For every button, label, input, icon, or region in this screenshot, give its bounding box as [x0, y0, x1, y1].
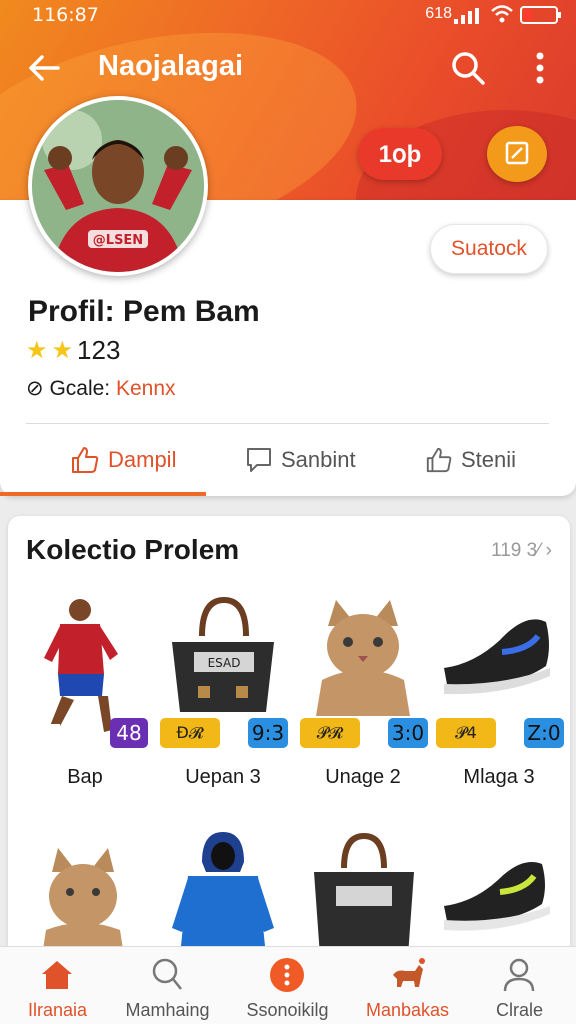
bottom-navigation: Ilranaia Mamhaing Ssonoikilg Manbakas Cl…: [0, 946, 576, 1024]
back-arrow-icon[interactable]: [24, 48, 64, 88]
item-label: Bap: [67, 766, 103, 788]
edit-icon: [505, 141, 529, 164]
tab-dampil[interactable]: Dampil: [70, 442, 176, 478]
item-badge-right: 3:0: [388, 718, 428, 748]
tab-stenii[interactable]: Stenii: [425, 442, 516, 478]
nav-item-center[interactable]: Ssonoikilg: [230, 947, 345, 1024]
collection-card: Kolectio Prolem 119 3⁄ › 48 Bap ESAD Ð𝓡: [8, 516, 570, 956]
hoodie-figure-image[interactable]: [168, 832, 278, 956]
nav-item-profile[interactable]: Clrale: [462, 947, 576, 1024]
bag-image[interactable]: [304, 832, 424, 956]
star-icon: ★: [26, 337, 48, 364]
goal-label: Gcale:: [49, 377, 111, 400]
nav-label: Ssonoikilg: [246, 1000, 329, 1020]
svg-text:@LSEN: @LSEN: [93, 233, 143, 248]
item-badge-left: Ð𝓡: [160, 718, 220, 748]
goal-line: ⊘ Gcale: Kennx: [26, 376, 176, 401]
page-title: Naojalagai: [98, 50, 244, 82]
item-badge-right: Z:0: [524, 718, 564, 748]
network-type: 618: [425, 5, 452, 22]
search-person-icon: [152, 958, 182, 990]
goal-icon: ⊘: [26, 377, 44, 400]
cat-image[interactable]: [38, 846, 128, 956]
home-icon: [42, 961, 72, 989]
top-button[interactable]: 1օþ: [358, 128, 442, 180]
rating-value: 123: [77, 335, 121, 365]
profile-rating: ★ ★ 123: [26, 335, 120, 366]
comment-icon: [247, 448, 271, 472]
svg-text:ESAD: ESAD: [208, 656, 241, 670]
nav-label: Manbakas: [365, 1000, 450, 1020]
nav-item-home[interactable]: Ilranaia: [0, 947, 115, 1024]
dog-icon: [393, 958, 425, 987]
active-tab-indicator: [0, 492, 206, 496]
item-label: Mlaga 3: [463, 766, 535, 788]
item-badge-left: 𝓟4: [436, 718, 496, 748]
app-bar: Naojalagai: [0, 40, 576, 96]
thumbs-up-icon: [72, 447, 99, 473]
collection-title: Kolectio Prolem: [26, 534, 240, 565]
collection-count[interactable]: 119 3⁄ ›: [491, 540, 552, 562]
star-icon: ★: [51, 337, 74, 364]
sneaker-image[interactable]: [438, 846, 558, 946]
item-badge: 48: [110, 718, 148, 748]
status-bar: 116:87 618: [0, 0, 576, 32]
profile-name: Profil: Pem Bam: [28, 295, 260, 328]
avatar[interactable]: @LSEN: [28, 96, 208, 276]
nav-item-search[interactable]: Mamhaing: [110, 947, 225, 1024]
nav-label: Clrale: [495, 1000, 543, 1020]
item-label: Unage 2: [325, 766, 401, 788]
item-badge-right: 9:3: [248, 718, 288, 748]
goal-value: Kennx: [116, 377, 176, 400]
status-time: 116:87: [32, 4, 99, 26]
divider: [26, 423, 549, 424]
battery-icon: [520, 6, 561, 24]
tab-sanbint[interactable]: Sanbint: [245, 442, 356, 478]
tab-label: Sanbint: [281, 447, 356, 472]
nav-item-pets[interactable]: Manbakas: [350, 947, 465, 1024]
nav-label: Mamhaing: [125, 1000, 210, 1020]
chevron-right-icon: ›: [545, 540, 552, 561]
item-badge-left: 𝓟𝓡: [300, 718, 360, 748]
subscribe-button[interactable]: Suatock: [430, 224, 548, 274]
nav-label: Ilranaia: [27, 1000, 88, 1020]
profile-icon: [503, 958, 535, 992]
thumbs-up-icon: [426, 447, 452, 473]
more-options-icon[interactable]: [524, 46, 556, 90]
count-value: 119 3⁄: [491, 540, 541, 561]
wifi-icon: [490, 4, 514, 30]
info-icon: [270, 958, 304, 992]
item-label: Uepan 3: [185, 766, 261, 788]
signal-icon: [454, 8, 480, 24]
search-icon[interactable]: [448, 48, 488, 88]
edit-button[interactable]: [487, 126, 547, 182]
tab-label: Dampil: [108, 447, 177, 472]
tab-label: Stenii: [461, 447, 517, 472]
